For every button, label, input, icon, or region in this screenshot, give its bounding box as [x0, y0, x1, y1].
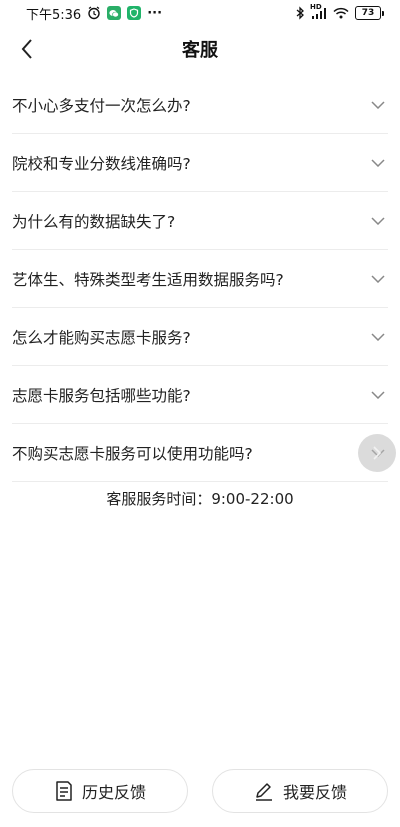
service-hours: 客服服务时间：9:00-22:00 [106, 490, 294, 508]
faq-item[interactable]: 不购买志愿卡服务可以使用功能吗? [12, 424, 396, 482]
chevron-down-icon [370, 155, 386, 171]
status-bar: 下午5:36 ··· HD 73 [0, 0, 400, 26]
faq-question: 院校和专业分数线准确吗? [12, 154, 191, 173]
signal-hd-label: HD [310, 3, 322, 11]
back-button[interactable] [12, 34, 42, 64]
bottom-bar: 历史反馈 我要反馈 [12, 769, 388, 813]
wifi-icon [333, 7, 349, 19]
faq-question: 志愿卡服务包括哪些功能? [12, 386, 191, 405]
chevron-down-icon [370, 387, 386, 403]
history-feedback-button[interactable]: 历史反馈 [12, 769, 188, 813]
shield-app-icon [127, 6, 142, 20]
submit-feedback-label: 我要反馈 [282, 783, 347, 802]
status-right: HD 73 [295, 3, 384, 20]
faq-question: 艺体生、特殊类型考生适用数据服务吗? [12, 270, 284, 289]
faq-question: 不购买志愿卡服务可以使用功能吗? [12, 444, 253, 463]
faq-item[interactable]: 志愿卡服务包括哪些功能? [12, 366, 388, 424]
header: 客服 [0, 26, 400, 72]
chevron-down-icon [370, 97, 386, 113]
status-left: 下午5:36 ··· [26, 4, 162, 23]
battery-icon: 73 [355, 6, 384, 20]
faq-question: 怎么才能购买志愿卡服务? [12, 328, 191, 347]
chevron-down-icon [370, 213, 386, 229]
page-title: 客服 [182, 40, 218, 61]
alarm-clock-icon [87, 6, 101, 20]
faq-question: 不小心多支付一次怎么办? [12, 96, 191, 115]
wechat-icon [107, 6, 122, 20]
faq-item[interactable]: 为什么有的数据缺失了? [12, 192, 388, 250]
submit-feedback-button[interactable]: 我要反馈 [212, 769, 388, 813]
faq-item[interactable]: 怎么才能购买志愿卡服务? [12, 308, 388, 366]
faq-list: 不小心多支付一次怎么办? 院校和专业分数线准确吗? 为什么有的数据缺失了? 艺体… [12, 76, 396, 482]
edit-pen-icon [255, 783, 272, 801]
status-time: 下午5:36 [26, 7, 82, 23]
chevron-down-icon [370, 329, 386, 345]
faq-item[interactable]: 院校和专业分数线准确吗? [12, 134, 388, 192]
chevron-down-icon [370, 271, 386, 287]
history-feedback-label: 历史反馈 [81, 783, 146, 802]
battery-level: 73 [355, 6, 381, 20]
faq-item[interactable]: 艺体生、特殊类型考生适用数据服务吗? [12, 250, 388, 308]
bluetooth-icon [295, 6, 305, 20]
document-list-icon [56, 781, 72, 801]
signal-icon: HD [310, 3, 327, 19]
more-notifications-icon: ··· [147, 5, 163, 21]
chevron-right-icon [373, 445, 381, 460]
chevron-left-icon [21, 39, 32, 59]
floating-assist-button[interactable] [358, 433, 396, 472]
faq-item[interactable]: 不小心多支付一次怎么办? [12, 76, 388, 134]
faq-question: 为什么有的数据缺失了? [12, 212, 176, 231]
